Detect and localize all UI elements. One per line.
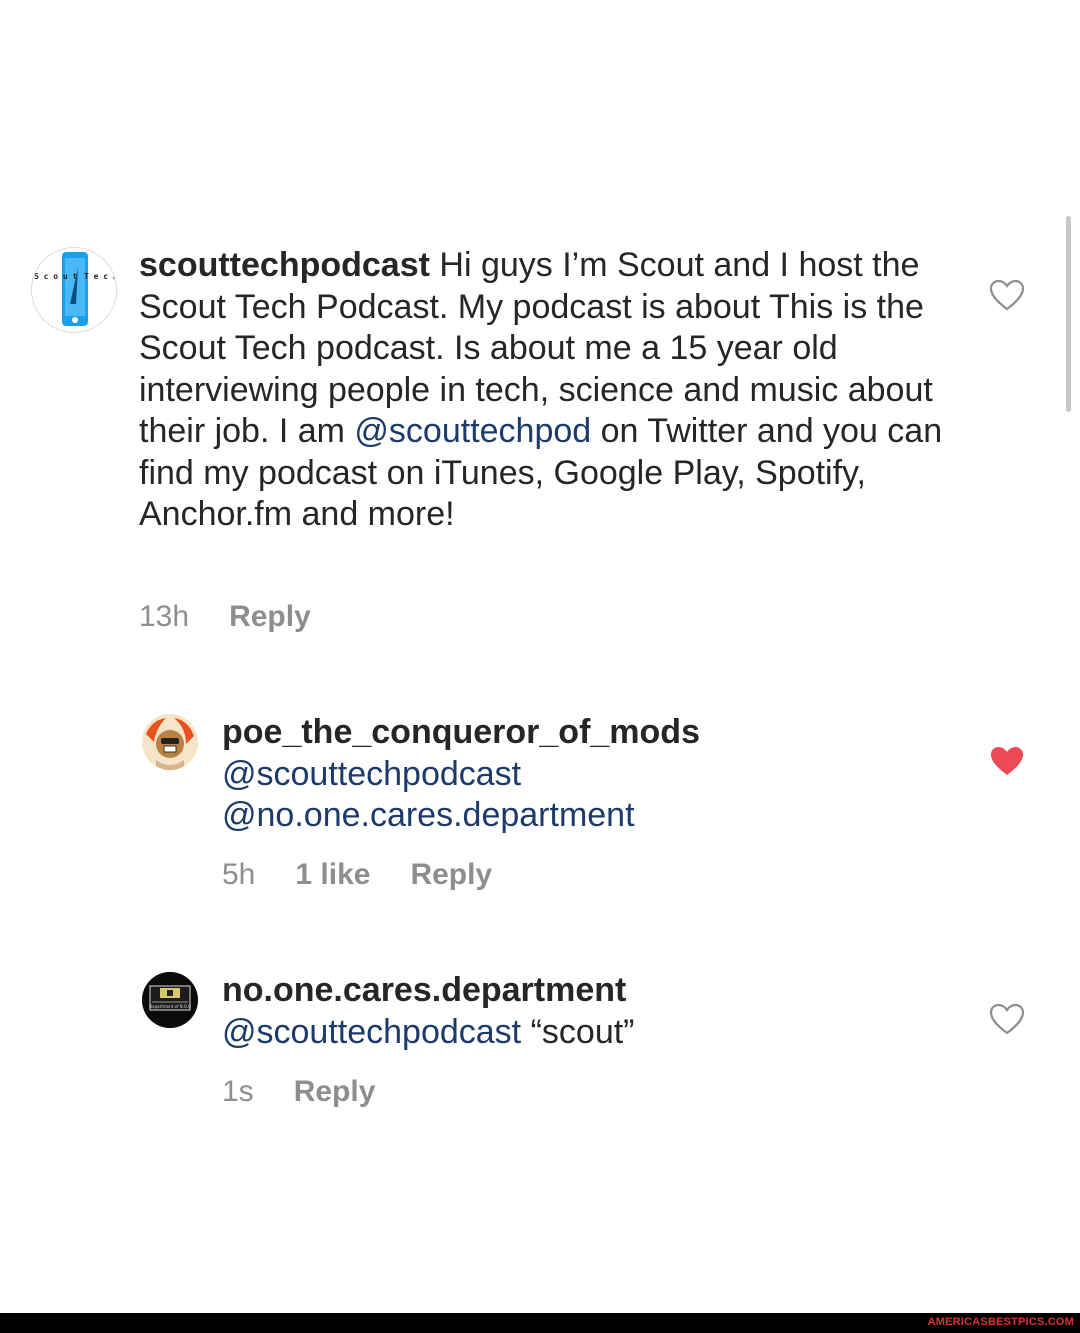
- svg-text:T e c h: T e c h: [84, 272, 116, 281]
- comment-username[interactable]: scouttechpodcast: [139, 246, 430, 284]
- mention-link[interactable]: @no.one.cares.department: [222, 796, 635, 834]
- comment-time: 1s: [222, 1075, 254, 1108]
- comment-text: poe_the_conqueror_of_mods @scouttechpodc…: [222, 712, 922, 837]
- mention-link[interactable]: @scouttechpodcast: [222, 755, 521, 793]
- comment-meta: 13h Reply: [139, 600, 351, 634]
- scout-tech-logo-icon: S c o u t T e c h: [34, 252, 116, 326]
- mention-link[interactable]: @scouttechpod: [354, 412, 591, 450]
- comment-meta: 5h 1 like Reply: [222, 858, 532, 892]
- comment-body: “scout”: [521, 1012, 635, 1051]
- avatar[interactable]: S c o u t T e c h: [31, 247, 117, 333]
- scrollbar[interactable]: [1066, 216, 1071, 412]
- reply-button[interactable]: Reply: [410, 858, 492, 892]
- avatar[interactable]: Department of N.O.C: [142, 972, 198, 1028]
- comment-time: 5h: [222, 858, 256, 891]
- cartoon-avatar-icon: [142, 714, 198, 770]
- heart-outline-icon[interactable]: [989, 1003, 1025, 1035]
- watermark: AMERICASBESTPICS.COM: [927, 1316, 1074, 1328]
- likes-count[interactable]: 1 like: [295, 858, 370, 892]
- mention-link[interactable]: @scouttechpodcast: [222, 1013, 521, 1051]
- comment-text: scouttechpodcast Hi guys I’m Scout and I…: [139, 245, 959, 536]
- footer-bar: AMERICASBESTPICS.COM: [0, 1313, 1080, 1333]
- reply-button[interactable]: Reply: [229, 600, 311, 634]
- heart-filled-icon[interactable]: [989, 745, 1025, 777]
- comment-time: 13h: [139, 600, 190, 633]
- comment-text: no.one.cares.department @scouttechpodcas…: [222, 970, 922, 1053]
- svg-text:Department of N.O.C: Department of N.O.C: [149, 1004, 191, 1009]
- comment-username[interactable]: no.one.cares.department: [222, 971, 626, 1009]
- department-logo-icon: Department of N.O.C: [142, 972, 198, 1028]
- avatar[interactable]: [142, 714, 198, 770]
- reply-button[interactable]: Reply: [294, 1075, 376, 1109]
- heart-outline-icon[interactable]: [989, 279, 1025, 311]
- comment-username[interactable]: poe_the_conqueror_of_mods: [222, 713, 700, 751]
- svg-text:S c o u t: S c o u t: [34, 272, 78, 281]
- comment-meta: 1s Reply: [222, 1075, 415, 1109]
